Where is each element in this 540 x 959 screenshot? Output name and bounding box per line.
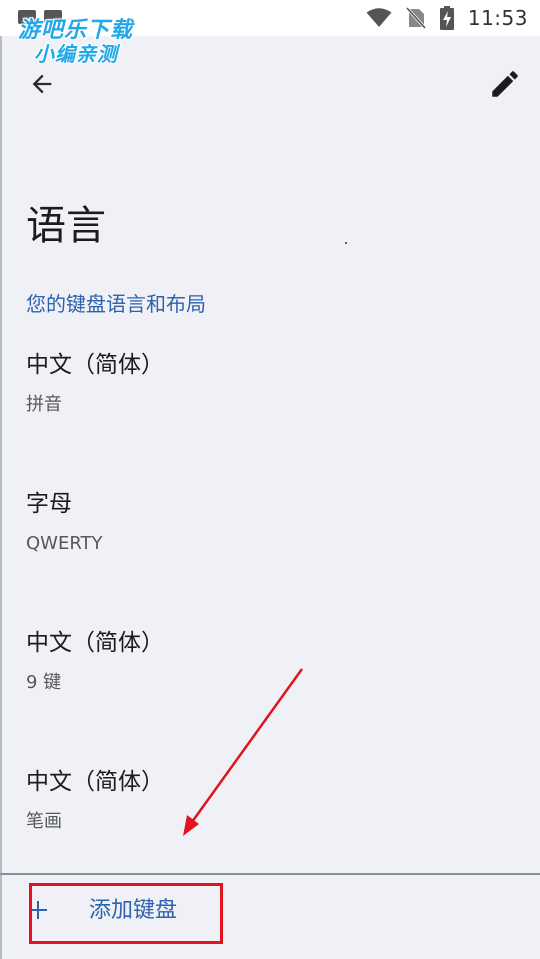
plus-icon <box>26 892 50 928</box>
battery-charging-icon <box>439 6 454 30</box>
keyboard-item-9key[interactable]: 中文（简体） 9 键 <box>0 626 540 726</box>
keyboard-item-pinyin[interactable]: 中文（简体） 拼音 <box>0 348 540 448</box>
watermark-logo: 游吧乐下载 小编亲测 <box>12 10 152 66</box>
arrow-back-icon <box>32 74 52 94</box>
pencil-edit-icon <box>492 71 518 97</box>
keyboard-item-title: 中文（简体） <box>26 630 164 656</box>
page-title: 语言 <box>26 203 106 249</box>
settings-screen: 11:53 游吧乐下载 小编亲测 语言 您的键盘语言和布局 中文（简体） 拼音 … <box>0 0 540 959</box>
keyboard-item-subtitle: 9 键 <box>26 672 62 693</box>
keyboard-item-title: 中文（简体） <box>26 352 164 378</box>
keyboard-item-subtitle: 拼音 <box>26 394 62 415</box>
status-time: 11:53 <box>467 6 528 30</box>
keyboard-item-subtitle: 笔画 <box>26 811 62 832</box>
add-keyboard-label: 添加键盘 <box>89 898 178 923</box>
keyboard-item-title: 字母 <box>26 491 72 517</box>
keyboard-item-subtitle: QWERTY <box>26 533 103 554</box>
section-header: 您的键盘语言和布局 <box>26 292 206 316</box>
keyboard-item-stroke[interactable]: 中文（简体） 笔画 <box>0 765 540 865</box>
speck-dot <box>345 242 347 244</box>
wifi-icon <box>366 8 392 27</box>
status-right: 11:53 <box>366 3 528 33</box>
no-sim-icon <box>405 7 426 29</box>
back-button[interactable] <box>18 60 66 108</box>
keyboard-item-qwerty[interactable]: 字母 QWERTY <box>0 487 540 587</box>
keyboard-item-title: 中文（简体） <box>26 769 164 795</box>
edit-button[interactable] <box>481 60 529 108</box>
add-keyboard-button[interactable]: 添加键盘 <box>22 880 232 944</box>
divider <box>0 873 540 875</box>
